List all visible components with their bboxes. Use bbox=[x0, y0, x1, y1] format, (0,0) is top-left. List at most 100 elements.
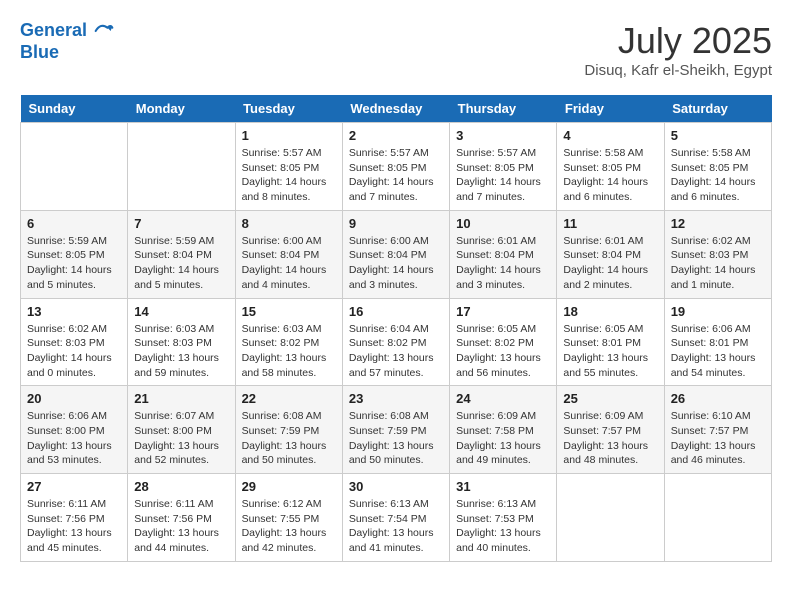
day-number: 11 bbox=[563, 216, 657, 231]
calendar-cell: 9 Sunrise: 6:00 AM Sunset: 8:04 PM Daylig… bbox=[342, 210, 449, 298]
logo-icon bbox=[94, 21, 114, 41]
calendar-cell: 17 Sunrise: 6:05 AM Sunset: 8:02 PM Dayli… bbox=[450, 298, 557, 386]
day-info: Sunrise: 6:03 AM Sunset: 8:03 PM Dayligh… bbox=[134, 322, 228, 381]
calendar-cell: 24Sunrise: 6:09 AM Sunset: 7:58 PM Dayli… bbox=[450, 386, 557, 474]
day-number: 21 bbox=[134, 391, 228, 406]
day-number: 29 bbox=[242, 479, 336, 494]
day-number: 6 bbox=[27, 216, 121, 231]
day-info: Sunrise: 6:10 AM Sunset: 7:57 PM Dayligh… bbox=[671, 409, 765, 468]
day-info: Sunrise: 6:01 AM Sunset: 8:04 PM Dayligh… bbox=[456, 234, 550, 293]
day-info: Sunrise: 6:05 AM Sunset: 8:01 PM Dayligh… bbox=[563, 322, 657, 381]
weekday-header-saturday: Saturday bbox=[664, 95, 771, 123]
day-info: Sunrise: 6:06 AM Sunset: 8:00 PM Dayligh… bbox=[27, 409, 121, 468]
weekday-header-wednesday: Wednesday bbox=[342, 95, 449, 123]
calendar-cell: 21Sunrise: 6:07 AM Sunset: 8:00 PM Dayli… bbox=[128, 386, 235, 474]
weekday-header-tuesday: Tuesday bbox=[235, 95, 342, 123]
calendar-cell: 25 Sunrise: 6:09 AM Sunset: 7:57 PM Dayli… bbox=[557, 386, 664, 474]
day-info: Sunrise: 6:08 AM Sunset: 7:59 PM Dayligh… bbox=[242, 409, 336, 468]
day-info: Sunrise: 6:03 AM Sunset: 8:02 PM Dayligh… bbox=[242, 322, 336, 381]
day-info: Sunrise: 6:09 AM Sunset: 7:57 PM Dayligh… bbox=[563, 409, 657, 468]
day-number: 5 bbox=[671, 128, 765, 143]
calendar-cell: 15 Sunrise: 6:03 AM Sunset: 8:02 PM Dayli… bbox=[235, 298, 342, 386]
day-number: 30 bbox=[349, 479, 443, 494]
calendar-cell: 6 Sunrise: 5:59 AM Sunset: 8:05 PM Daylig… bbox=[21, 210, 128, 298]
week-row-1: 1 Sunrise: 5:57 AM Sunset: 8:05 PM Daylig… bbox=[21, 123, 772, 211]
calendar-cell: 2 Sunrise: 5:57 AM Sunset: 8:05 PM Daylig… bbox=[342, 123, 449, 211]
day-info: Sunrise: 5:57 AM Sunset: 8:05 PM Dayligh… bbox=[456, 146, 550, 205]
day-number: 14 bbox=[134, 304, 228, 319]
week-row-4: 20 Sunrise: 6:06 AM Sunset: 8:00 PM Dayli… bbox=[21, 386, 772, 474]
day-number: 15 bbox=[242, 304, 336, 319]
day-number: 16 bbox=[349, 304, 443, 319]
day-number: 27 bbox=[27, 479, 121, 494]
calendar-cell: 28Sunrise: 6:11 AM Sunset: 7:56 PM Dayli… bbox=[128, 474, 235, 562]
day-info: Sunrise: 5:57 AM Sunset: 8:05 PM Dayligh… bbox=[242, 146, 336, 205]
calendar-cell bbox=[664, 474, 771, 562]
calendar-cell: 13 Sunrise: 6:02 AM Sunset: 8:03 PM Dayli… bbox=[21, 298, 128, 386]
week-row-2: 6 Sunrise: 5:59 AM Sunset: 8:05 PM Daylig… bbox=[21, 210, 772, 298]
day-number: 3 bbox=[456, 128, 550, 143]
day-number: 10 bbox=[456, 216, 550, 231]
title-block: July 2025 Disuq, Kafr el-Sheikh, Egypt bbox=[584, 20, 772, 79]
page-header: General Blue July 2025 Disuq, Kafr el-Sh… bbox=[20, 20, 772, 79]
weekday-header-thursday: Thursday bbox=[450, 95, 557, 123]
calendar-cell: 18Sunrise: 6:05 AM Sunset: 8:01 PM Dayli… bbox=[557, 298, 664, 386]
logo-blue-text: Blue bbox=[20, 42, 114, 64]
calendar-cell: 26 Sunrise: 6:10 AM Sunset: 7:57 PM Dayli… bbox=[664, 386, 771, 474]
calendar-cell bbox=[128, 123, 235, 211]
day-info: Sunrise: 6:01 AM Sunset: 8:04 PM Dayligh… bbox=[563, 234, 657, 293]
day-info: Sunrise: 6:13 AM Sunset: 7:54 PM Dayligh… bbox=[349, 497, 443, 556]
calendar-cell: 10 Sunrise: 6:01 AM Sunset: 8:04 PM Dayli… bbox=[450, 210, 557, 298]
day-info: Sunrise: 5:59 AM Sunset: 8:04 PM Dayligh… bbox=[134, 234, 228, 293]
day-info: Sunrise: 6:00 AM Sunset: 8:04 PM Dayligh… bbox=[242, 234, 336, 293]
calendar-cell: 3 Sunrise: 5:57 AM Sunset: 8:05 PM Daylig… bbox=[450, 123, 557, 211]
calendar-cell: 31Sunrise: 6:13 AM Sunset: 7:53 PM Dayli… bbox=[450, 474, 557, 562]
day-info: Sunrise: 5:58 AM Sunset: 8:05 PM Dayligh… bbox=[563, 146, 657, 205]
calendar-cell: 20 Sunrise: 6:06 AM Sunset: 8:00 PM Dayli… bbox=[21, 386, 128, 474]
calendar-cell: 23 Sunrise: 6:08 AM Sunset: 7:59 PM Dayli… bbox=[342, 386, 449, 474]
calendar-table: SundayMondayTuesdayWednesdayThursdayFrid… bbox=[20, 95, 772, 562]
weekday-header-row: SundayMondayTuesdayWednesdayThursdayFrid… bbox=[21, 95, 772, 123]
day-number: 19 bbox=[671, 304, 765, 319]
weekday-header-friday: Friday bbox=[557, 95, 664, 123]
day-number: 1 bbox=[242, 128, 336, 143]
calendar-cell: 19 Sunrise: 6:06 AM Sunset: 8:01 PM Dayli… bbox=[664, 298, 771, 386]
calendar-cell: 12Sunrise: 6:02 AM Sunset: 8:03 PM Dayli… bbox=[664, 210, 771, 298]
calendar-cell: 5Sunrise: 5:58 AM Sunset: 8:05 PM Daylig… bbox=[664, 123, 771, 211]
calendar-cell bbox=[557, 474, 664, 562]
day-info: Sunrise: 6:05 AM Sunset: 8:02 PM Dayligh… bbox=[456, 322, 550, 381]
logo-text: General bbox=[20, 20, 114, 42]
calendar-cell: 14 Sunrise: 6:03 AM Sunset: 8:03 PM Dayli… bbox=[128, 298, 235, 386]
day-number: 20 bbox=[27, 391, 121, 406]
day-info: Sunrise: 5:59 AM Sunset: 8:05 PM Dayligh… bbox=[27, 234, 121, 293]
day-number: 2 bbox=[349, 128, 443, 143]
day-number: 8 bbox=[242, 216, 336, 231]
week-row-5: 27Sunrise: 6:11 AM Sunset: 7:56 PM Dayli… bbox=[21, 474, 772, 562]
day-info: Sunrise: 6:06 AM Sunset: 8:01 PM Dayligh… bbox=[671, 322, 765, 381]
calendar-cell bbox=[21, 123, 128, 211]
day-number: 28 bbox=[134, 479, 228, 494]
calendar-cell: 4 Sunrise: 5:58 AM Sunset: 8:05 PM Daylig… bbox=[557, 123, 664, 211]
day-info: Sunrise: 5:57 AM Sunset: 8:05 PM Dayligh… bbox=[349, 146, 443, 205]
day-number: 25 bbox=[563, 391, 657, 406]
day-info: Sunrise: 6:08 AM Sunset: 7:59 PM Dayligh… bbox=[349, 409, 443, 468]
day-number: 4 bbox=[563, 128, 657, 143]
weekday-header-sunday: Sunday bbox=[21, 95, 128, 123]
day-number: 9 bbox=[349, 216, 443, 231]
calendar-cell: 22 Sunrise: 6:08 AM Sunset: 7:59 PM Dayli… bbox=[235, 386, 342, 474]
day-info: Sunrise: 6:00 AM Sunset: 8:04 PM Dayligh… bbox=[349, 234, 443, 293]
month-year: July 2025 bbox=[584, 20, 772, 62]
calendar-cell: 7Sunrise: 5:59 AM Sunset: 8:04 PM Daylig… bbox=[128, 210, 235, 298]
day-number: 26 bbox=[671, 391, 765, 406]
day-number: 22 bbox=[242, 391, 336, 406]
day-number: 13 bbox=[27, 304, 121, 319]
week-row-3: 13 Sunrise: 6:02 AM Sunset: 8:03 PM Dayli… bbox=[21, 298, 772, 386]
logo: General Blue bbox=[20, 20, 114, 63]
calendar-cell: 11 Sunrise: 6:01 AM Sunset: 8:04 PM Dayli… bbox=[557, 210, 664, 298]
day-number: 17 bbox=[456, 304, 550, 319]
day-info: Sunrise: 6:02 AM Sunset: 8:03 PM Dayligh… bbox=[27, 322, 121, 381]
day-number: 12 bbox=[671, 216, 765, 231]
calendar-cell: 27Sunrise: 6:11 AM Sunset: 7:56 PM Dayli… bbox=[21, 474, 128, 562]
location: Disuq, Kafr el-Sheikh, Egypt bbox=[584, 62, 772, 79]
day-number: 23 bbox=[349, 391, 443, 406]
